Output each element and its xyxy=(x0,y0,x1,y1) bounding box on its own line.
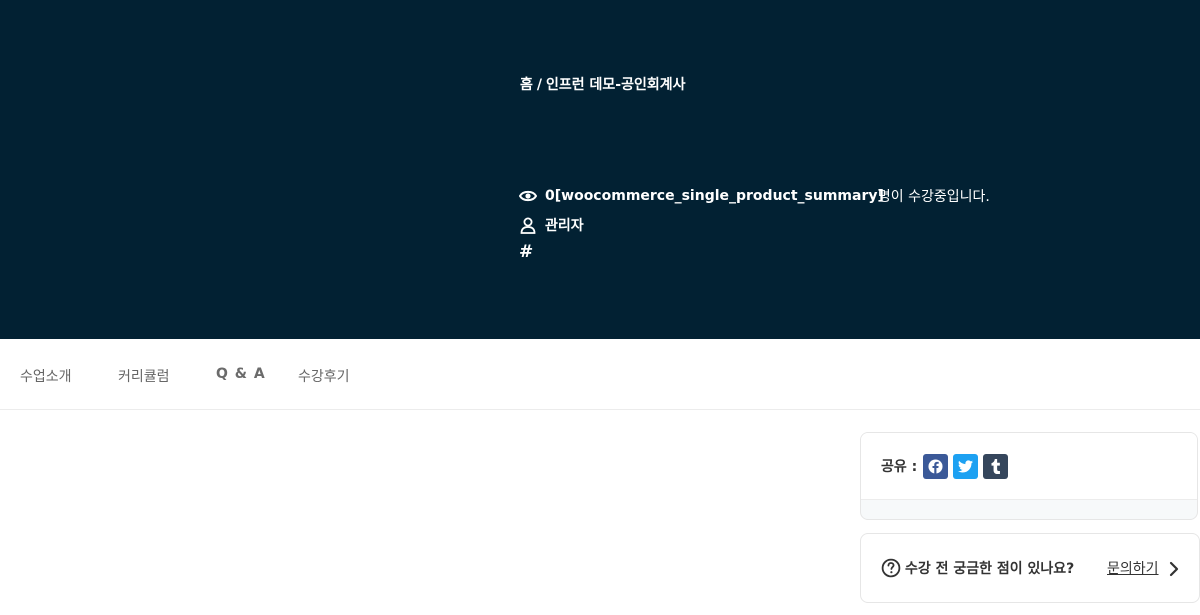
share-card: 공유 : xyxy=(860,432,1198,520)
question-circle-icon xyxy=(881,558,901,578)
twitter-icon[interactable] xyxy=(953,453,979,479)
facebook-icon[interactable] xyxy=(923,453,949,479)
breadcrumb-current: 인프런 데모-공인회계사 xyxy=(546,77,686,93)
tab-qa[interactable]: Q & A xyxy=(216,366,266,382)
user-icon xyxy=(519,216,537,234)
views-count: 0[woocommerce_single_product_summary] xyxy=(545,188,884,204)
inquiry-link[interactable]: 문의하기 xyxy=(1107,558,1159,578)
course-tabs: 수업소개 커리큘럼 Q & A 수강후기 xyxy=(0,339,1200,410)
tab-reviews[interactable]: 수강후기 xyxy=(298,366,350,386)
tab-intro[interactable]: 수업소개 xyxy=(20,366,72,386)
breadcrumb-separator: / xyxy=(536,77,543,93)
course-hero: 홈 / 인프런 데모-공인회계사 0[woocommerce_single_prod… xyxy=(0,0,1200,339)
author-row: 관리자 xyxy=(519,215,584,235)
tags-row: # xyxy=(519,242,533,262)
breadcrumb-home[interactable]: 홈 xyxy=(520,77,533,93)
chevron-right-icon[interactable] xyxy=(1168,561,1180,577)
tab-curriculum[interactable]: 커리큘럼 xyxy=(118,366,170,386)
inquiry-card: 수강 전 궁금한 점이 있나요? 문의하기 xyxy=(860,533,1200,603)
share-label: 공유 : xyxy=(881,459,918,475)
author-name[interactable]: 관리자 xyxy=(545,215,584,235)
hash-icon: # xyxy=(519,242,534,262)
views-suffix: 명이 수강중입니다. xyxy=(877,189,990,205)
tumblr-icon[interactable] xyxy=(983,453,1009,479)
breadcrumb: 홈 / 인프런 데모-공인회계사 xyxy=(520,74,686,94)
share-row: 공유 : xyxy=(861,433,1197,500)
eye-icon xyxy=(519,187,537,205)
inquiry-prompt: 수강 전 궁금한 점이 있나요? xyxy=(905,561,1075,577)
views-row: 0[woocommerce_single_product_summary] 명이… xyxy=(519,186,990,206)
